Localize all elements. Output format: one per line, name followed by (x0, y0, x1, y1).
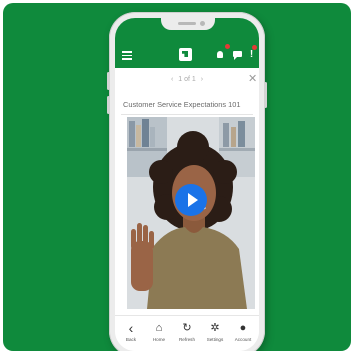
volume-down-button (107, 96, 110, 114)
front-camera (200, 21, 205, 26)
nav-home-label: Home (152, 337, 166, 342)
nav-account-label: Account (234, 337, 252, 342)
phone-notch (161, 18, 215, 30)
power-button (264, 82, 267, 108)
nav-home[interactable]: ⌂ Home (145, 316, 173, 351)
nav-refresh[interactable]: ↻ Refresh (173, 316, 201, 351)
lesson-title-card: Customer Service Expectations 101 (121, 90, 253, 115)
pager-prev-button[interactable]: ‹ (168, 76, 176, 83)
lesson-title: Customer Service Expectations 101 (123, 100, 241, 109)
speaker-grille (178, 22, 196, 25)
refresh-icon: ↻ (182, 322, 192, 334)
pager-next-button[interactable]: › (198, 76, 206, 83)
alert-badge (252, 45, 257, 50)
pager: ‹ 1 of 1 › (115, 74, 259, 86)
play-button[interactable] (175, 184, 207, 216)
close-icon[interactable]: ✕ (248, 73, 257, 85)
pager-text: 1 of 1 (178, 76, 196, 83)
nav-back[interactable]: ‹ Back (117, 316, 145, 351)
alert-glyph: ! (249, 49, 254, 60)
bell-icon[interactable] (215, 44, 230, 60)
gear-icon: ✲ (210, 322, 220, 334)
nav-refresh-label: Refresh (178, 337, 196, 342)
logo-icon (179, 48, 192, 61)
nav-settings[interactable]: ✲ Settings (201, 316, 229, 351)
nav-settings-label: Settings (206, 337, 224, 342)
menu-icon[interactable] (122, 51, 132, 60)
nav-account[interactable]: ● Account (229, 316, 257, 351)
person-icon: ● (239, 322, 247, 334)
alert-icon[interactable]: ! (246, 45, 257, 60)
video-player[interactable] (127, 117, 255, 309)
notification-badge (225, 44, 230, 49)
background-card: ! ‹ 1 of 1 › ✕ Customer Service Expectat… (3, 3, 351, 351)
home-icon: ⌂ (155, 322, 163, 334)
volume-up-button (107, 72, 110, 90)
bottom-nav: ‹ Back ⌂ Home ↻ Refresh ✲ Settings ● Acc… (115, 315, 259, 351)
nav-back-label: Back (125, 337, 137, 342)
chevron-left-icon: ‹ (128, 320, 134, 336)
phone-frame: ! ‹ 1 of 1 › ✕ Customer Service Expectat… (107, 12, 267, 351)
phone-screen: ! ‹ 1 of 1 › ✕ Customer Service Expectat… (115, 18, 259, 351)
chat-icon[interactable] (232, 49, 243, 60)
